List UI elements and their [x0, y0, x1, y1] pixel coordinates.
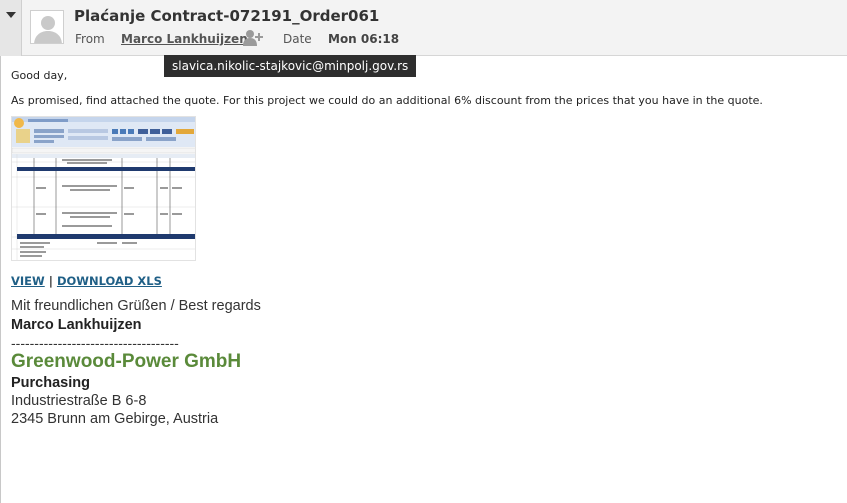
from-label: From — [75, 32, 105, 46]
body-paragraph: As promised, find attached the quote. Fo… — [11, 94, 763, 107]
message-subject: Plaćanje Contract-072191_Order061 — [74, 7, 380, 25]
signature-street: Industriestraße B 6-8 — [11, 393, 147, 409]
signature-company: Greenwood-Power GmbH — [11, 351, 242, 372]
avatar-icon — [30, 10, 64, 44]
signature-closing: Mit freundlichen Grüßen / Best regards — [11, 298, 261, 314]
sender-name-link[interactable]: Marco Lankhuijzen — [121, 32, 248, 46]
download-xls-link[interactable]: DOWNLOAD XLS — [57, 274, 162, 288]
signature-city: 2345 Brunn am Gebirge, Austria — [11, 411, 219, 427]
collapse-arrow-icon — [6, 12, 16, 18]
message-header: Plaćanje Contract-072191_Order061 From M… — [0, 0, 847, 56]
attachment-thumbnail[interactable] — [11, 116, 196, 261]
collapse-button[interactable] — [0, 0, 22, 56]
window-border — [0, 0, 1, 503]
link-separator: | — [48, 274, 53, 288]
signature-name: Marco Lankhuijzen — [11, 317, 142, 333]
sender-email-tooltip: slavica.nikolic-stajkovic@minpolj.gov.rs — [164, 55, 417, 77]
signature-department: Purchasing — [11, 375, 90, 391]
date-label: Date — [283, 32, 312, 46]
date-value: Mon 06:18 — [328, 32, 400, 46]
add-contact-icon[interactable] — [243, 29, 263, 47]
attachment-links: VIEW | DOWNLOAD XLS — [11, 274, 162, 288]
greeting-text: Good day, — [11, 69, 68, 82]
signature-divider: ------------------------------------ — [11, 335, 179, 351]
view-attachment-link[interactable]: VIEW — [11, 274, 45, 288]
